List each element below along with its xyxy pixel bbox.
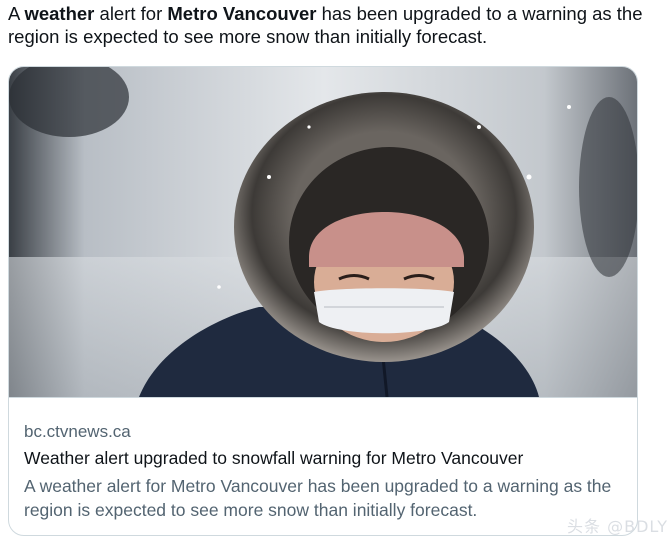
tweet-text-part: alert for: [94, 3, 168, 24]
tweet-text-part: A: [8, 3, 25, 24]
watermark-text: 头条 @BDLY: [567, 517, 668, 536]
tweet-keyword-weather: weather: [24, 3, 95, 24]
card-description: A weather alert for Metro Vancouver has …: [24, 476, 612, 520]
photo-person-in-fur-hood-icon: [9, 67, 637, 397]
card-domain: bc.ctvnews.ca: [24, 422, 131, 441]
card-body[interactable]: bc.ctvnews.ca Weather alert upgraded to …: [9, 397, 637, 535]
tweet-text: A weather alert for Metro Vancouver has …: [8, 2, 658, 48]
card-image[interactable]: [9, 67, 637, 397]
link-preview-card[interactable]: bc.ctvnews.ca Weather alert upgraded to …: [8, 66, 638, 536]
card-headline: Weather alert upgraded to snowfall warni…: [24, 448, 524, 468]
tweet-keyword-metro-vancouver: Metro Vancouver: [167, 3, 317, 24]
